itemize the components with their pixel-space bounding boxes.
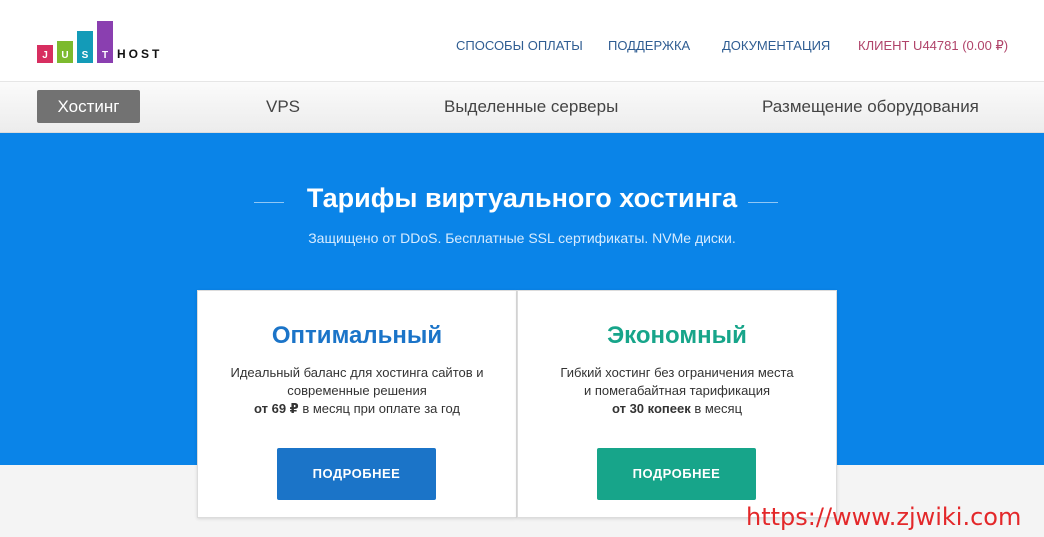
- tab-dedicated-servers[interactable]: Выделенные серверы: [444, 90, 618, 123]
- logo-bar-u: U: [57, 41, 73, 63]
- logo-bar-j: J: [37, 45, 53, 63]
- category-tabs: Хостинг VPS Выделенные серверы Размещени…: [0, 82, 1044, 133]
- tab-colocation[interactable]: Размещение оборудования: [762, 90, 979, 123]
- plan-title: Экономный: [607, 322, 747, 349]
- support-link[interactable]: ПОДДЕРЖКА: [608, 38, 690, 53]
- plan-title: Оптимальный: [271, 322, 443, 349]
- hero-subtitle: Защищено от DDoS. Бесплатные SSL сертифи…: [308, 230, 736, 246]
- economy-details-button[interactable]: ПОДРОБНЕЕ: [597, 448, 756, 500]
- site-header: J U S T HOST СПОСОБЫ ОПЛАТЫ ПОДДЕРЖКА ДО…: [0, 0, 1044, 82]
- hero-title-right-rule: [748, 202, 778, 203]
- logo-letter-j: J: [42, 50, 48, 61]
- plan-price-amount: от 69 ₽: [254, 401, 299, 416]
- logo-letter-s: S: [81, 50, 89, 61]
- hero-title: Тарифы виртуального хостинга: [306, 183, 738, 213]
- plan-desc-line: Гибкий хостинг без ограничения места: [560, 365, 794, 380]
- logo-bar-s: S: [77, 31, 93, 63]
- justhost-logo[interactable]: J U S T HOST: [37, 19, 177, 63]
- logo-letter-u: U: [61, 50, 69, 61]
- plan-description: Идеальный баланс для хостинга сайтов и с…: [218, 364, 496, 418]
- tab-hosting[interactable]: Хостинг: [37, 90, 140, 123]
- plan-price-period: в месяц: [690, 401, 743, 416]
- plan-price: от 30 копеек в месяц: [538, 400, 816, 418]
- plan-desc-line: Идеальный баланс для хостинга сайтов и: [230, 365, 484, 380]
- logo-host-text: HOST: [117, 47, 163, 61]
- plan-price-amount: от 30 копеек: [611, 401, 691, 416]
- plan-card-economy: Экономный Гибкий хостинг без ограничения…: [517, 290, 837, 518]
- plan-price: от 69 ₽ в месяц при оплате за год: [218, 400, 496, 418]
- optimal-details-button[interactable]: ПОДРОБНЕЕ: [277, 448, 436, 500]
- watermark-text: https://www.zjwiki.com: [746, 503, 1022, 531]
- client-account-link[interactable]: КЛИЕНТ U44781 (0.00 ₽): [858, 38, 1008, 54]
- documentation-link[interactable]: ДОКУМЕНТАЦИЯ: [722, 38, 830, 53]
- plan-price-period: в месяц при оплате за год: [298, 401, 460, 416]
- logo-bar-t: T: [97, 21, 113, 63]
- plan-desc-line: и помегабайтная тарификация: [583, 383, 771, 398]
- tab-vps[interactable]: VPS: [266, 90, 300, 123]
- plan-card-optimal: Оптимальный Идеальный баланс для хостинг…: [197, 290, 517, 518]
- logo-letter-t: T: [101, 50, 109, 61]
- plan-description: Гибкий хостинг без ограничения места и п…: [538, 364, 816, 418]
- payment-methods-link[interactable]: СПОСОБЫ ОПЛАТЫ: [456, 38, 583, 53]
- plan-desc-line: современные решения: [287, 383, 427, 398]
